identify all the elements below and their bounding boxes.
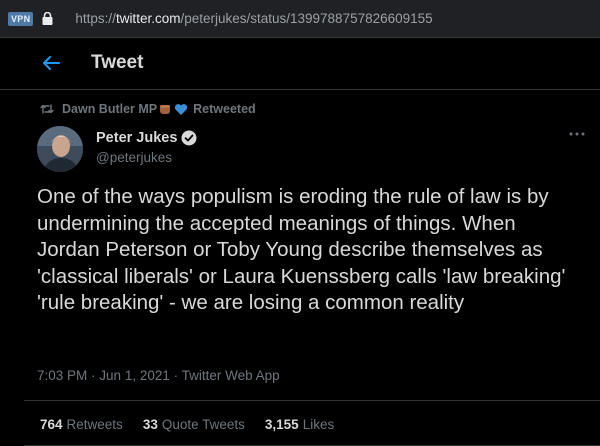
url-path: /peterjukes/status/1399788757826609155 <box>180 11 433 26</box>
tweet-text: One of the ways populism is eroding the … <box>37 185 566 314</box>
more-options-icon[interactable] <box>566 126 588 142</box>
meta-separator: · <box>173 368 182 383</box>
url-scheme: https:// <box>75 11 116 26</box>
engagement-stats: 764 Retweets 33 Quote Tweets 3,155 Likes <box>40 417 334 432</box>
quotes-count: 33 <box>142 417 158 432</box>
retweet-context: Dawn Butler MP Retweeted <box>40 100 256 118</box>
url-text[interactable]: https://twitter.com/peterjukes/status/13… <box>75 11 432 26</box>
url-domain: twitter.com <box>115 11 181 26</box>
verified-badge-icon <box>181 130 197 146</box>
avatar[interactable] <box>37 126 83 172</box>
author-name-text: Peter Jukes <box>96 130 178 146</box>
retweets-label: Retweets <box>66 417 123 432</box>
vpn-badge[interactable]: VPN <box>8 11 34 26</box>
author-name[interactable]: Peter Jukes <box>96 130 197 146</box>
tweet-source[interactable]: Twitter Web App <box>182 368 280 383</box>
page-title: Tweet <box>91 52 144 73</box>
retweets-count: 764 <box>40 417 63 432</box>
browser-url-bar[interactable]: VPN https://twitter.com/peterjukes/statu… <box>0 0 600 38</box>
tweet-time[interactable]: 7:03 PM <box>37 368 87 383</box>
divider <box>24 400 600 401</box>
page-header: Tweet <box>0 37 600 90</box>
lock-icon[interactable] <box>42 12 56 26</box>
likes-label: Likes <box>302 417 335 432</box>
back-arrow-icon[interactable] <box>41 52 63 74</box>
retweeter-name[interactable]: Dawn Butler MP <box>62 102 157 116</box>
likes-stat[interactable]: 3,155 Likes <box>265 417 334 432</box>
retweeted-label: Retweeted <box>193 102 256 116</box>
quotes-label: Quote Tweets <box>161 417 245 432</box>
blue-heart-emoji-icon <box>174 103 188 116</box>
quotes-stat[interactable]: 33 Quote Tweets <box>143 417 245 432</box>
likes-count: 3,155 <box>264 417 299 432</box>
tweet-meta: 7:03 PM · Jun 1, 2021 · Twitter Web App <box>37 368 280 383</box>
retweet-icon <box>40 102 54 116</box>
raised-fist-emoji-icon <box>158 102 172 116</box>
tweet-date[interactable]: Jun 1, 2021 <box>99 368 170 383</box>
author-handle[interactable]: @peterjukes <box>96 150 172 165</box>
retweets-stat[interactable]: 764 Retweets <box>40 417 123 432</box>
